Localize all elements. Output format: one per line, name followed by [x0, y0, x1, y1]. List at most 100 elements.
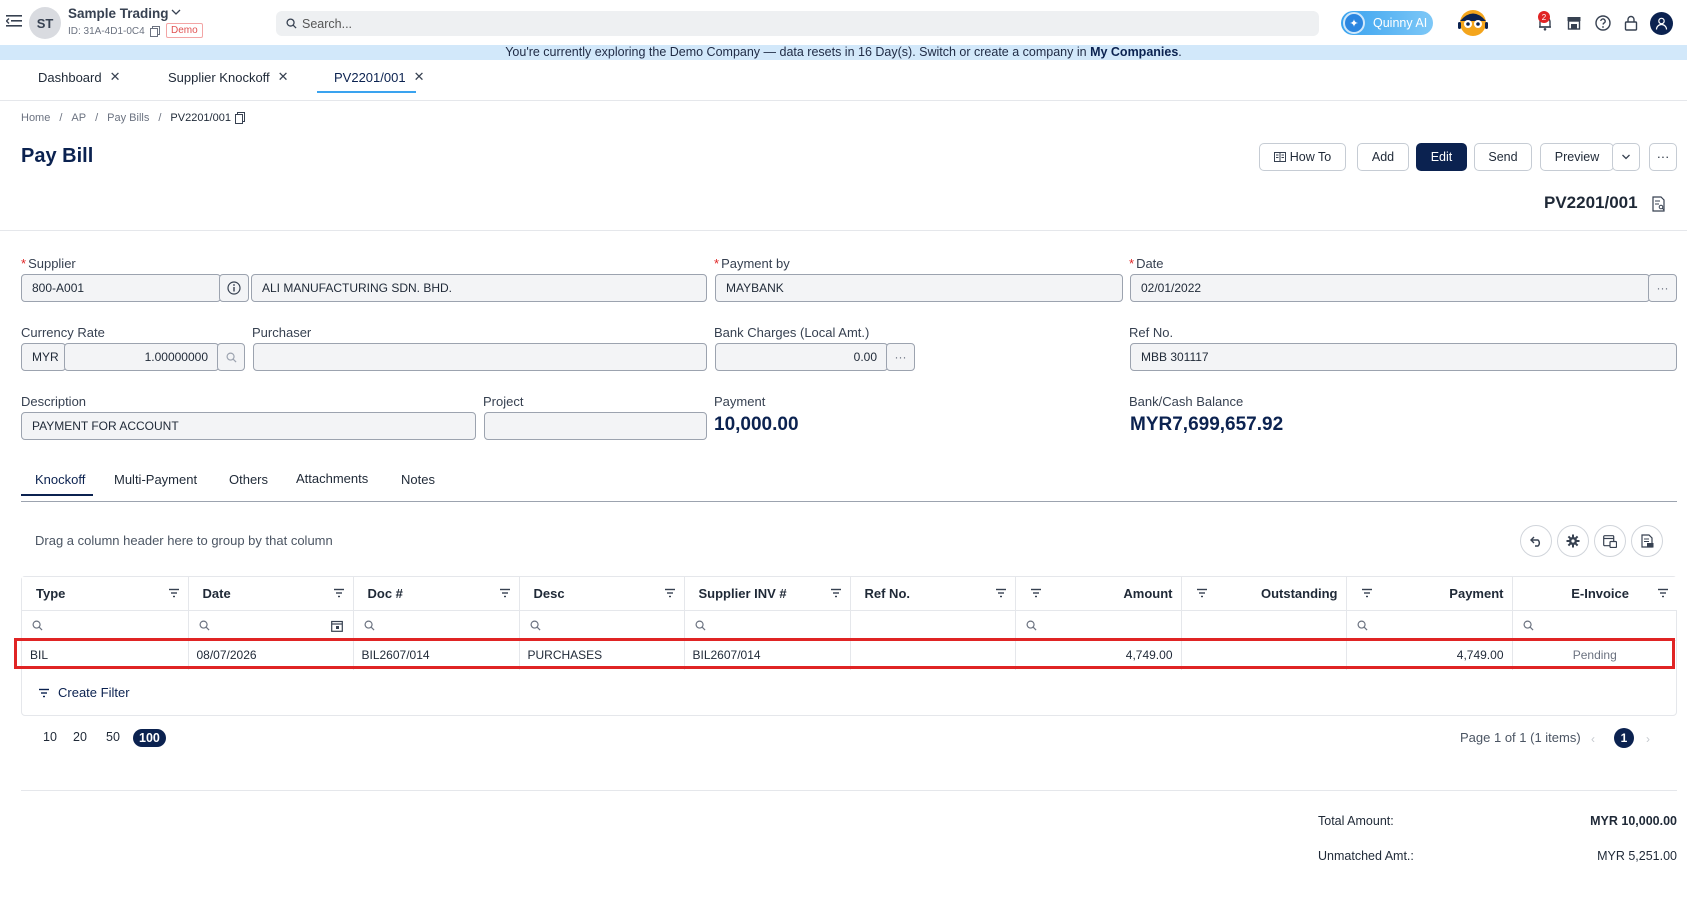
- column-header-e-invoice[interactable]: E-Invoice: [1512, 577, 1677, 611]
- column-header-doc-number[interactable]: Doc #: [353, 577, 520, 611]
- copy-icon[interactable]: [234, 112, 245, 124]
- close-icon[interactable]: ✕: [278, 69, 289, 85]
- search-input[interactable]: [302, 16, 1284, 31]
- preview-dropdown-button[interactable]: [1612, 143, 1640, 171]
- purchaser-field[interactable]: [253, 343, 707, 371]
- subtab-others[interactable]: Others: [229, 472, 268, 487]
- filter-cell-outstanding[interactable]: [1181, 610, 1347, 641]
- supplier-info-button[interactable]: [219, 274, 249, 302]
- filter-cell-e-invoice[interactable]: [1512, 610, 1677, 641]
- menu-collapse-icon[interactable]: [6, 14, 22, 28]
- more-actions-button[interactable]: ···: [1649, 143, 1677, 171]
- undo-button[interactable]: [1520, 525, 1552, 557]
- page-size-20[interactable]: 20: [73, 730, 87, 744]
- company-name[interactable]: Sample Trading: [68, 6, 169, 21]
- filter-icon[interactable]: [995, 588, 1007, 598]
- rate-search-button[interactable]: [217, 343, 245, 371]
- tab-supplier-knockoff[interactable]: Supplier Knockoff ✕: [168, 60, 289, 94]
- filter-cell-amount[interactable]: [1015, 610, 1182, 641]
- filter-icon[interactable]: [499, 588, 511, 598]
- table-row[interactable]: BIL 08/07/2026 BIL2607/014 PURCHASES BIL…: [22, 640, 1677, 670]
- page-size-100[interactable]: 100: [133, 729, 166, 747]
- copy-icon[interactable]: [150, 26, 160, 37]
- calendar-icon[interactable]: [330, 620, 343, 632]
- date-field[interactable]: 02/01/2022: [1130, 274, 1650, 302]
- quinny-ai-button[interactable]: ✦ Quinny AI: [1341, 11, 1433, 35]
- column-header-payment[interactable]: Payment: [1346, 577, 1513, 611]
- supplier-name-field[interactable]: ALI MANUFACTURING SDN. BHD.: [251, 274, 707, 302]
- search-icon: [1026, 620, 1037, 631]
- breadcrumb-pay-bills[interactable]: Pay Bills: [107, 112, 149, 124]
- column-header-ref-no[interactable]: Ref No.: [850, 577, 1016, 611]
- cell-doc-number-link[interactable]: BIL2607/014: [353, 640, 520, 670]
- page-size-50[interactable]: 50: [106, 730, 120, 744]
- subtab-attachments[interactable]: Attachments: [296, 471, 368, 486]
- page-size-10[interactable]: 10: [43, 730, 57, 744]
- prev-page-icon[interactable]: ‹: [1591, 732, 1595, 746]
- date-more-button[interactable]: ···: [1648, 274, 1677, 302]
- filter-icon[interactable]: [333, 588, 345, 598]
- document-search-icon[interactable]: [1652, 196, 1666, 212]
- filter-cell-ref-no[interactable]: [850, 610, 1016, 641]
- next-page-icon[interactable]: ›: [1646, 732, 1650, 746]
- tab-dashboard[interactable]: Dashboard ✕: [38, 60, 121, 94]
- filter-cell-doc-number[interactable]: [353, 610, 520, 641]
- how-to-button[interactable]: How To: [1259, 143, 1346, 171]
- help-icon[interactable]: [1594, 14, 1612, 32]
- currency-field[interactable]: MYR: [21, 343, 66, 371]
- filter-icon[interactable]: [1657, 588, 1669, 598]
- settings-button[interactable]: [1557, 525, 1589, 557]
- edit-button[interactable]: Edit: [1416, 143, 1467, 171]
- column-header-outstanding[interactable]: Outstanding: [1181, 577, 1347, 611]
- send-button[interactable]: Send: [1474, 143, 1532, 171]
- mascot-icon[interactable]: [1456, 6, 1490, 40]
- bank-charges-field[interactable]: 0.00: [715, 343, 888, 371]
- export-button[interactable]: [1631, 525, 1663, 557]
- preview-button[interactable]: Preview: [1540, 143, 1614, 171]
- filter-cell-supplier-inv[interactable]: [684, 610, 851, 641]
- filter-cell-desc[interactable]: [519, 610, 685, 641]
- description-field[interactable]: PAYMENT FOR ACCOUNT: [21, 412, 476, 440]
- subtab-notes[interactable]: Notes: [401, 472, 435, 487]
- chevron-down-icon[interactable]: [170, 6, 182, 18]
- user-avatar[interactable]: [1650, 12, 1673, 35]
- subtab-knockoff[interactable]: Knockoff: [35, 472, 85, 487]
- ref-no-field[interactable]: MBB 301117: [1130, 343, 1677, 371]
- breadcrumb-home[interactable]: Home: [21, 112, 50, 124]
- column-header-type[interactable]: Type: [22, 577, 189, 611]
- close-icon[interactable]: ✕: [110, 69, 121, 85]
- column-header-supplier-inv[interactable]: Supplier INV #: [684, 577, 851, 611]
- search-icon: [1523, 620, 1534, 631]
- company-avatar[interactable]: ST: [29, 7, 61, 39]
- store-icon[interactable]: [1565, 14, 1583, 32]
- filter-icon[interactable]: [830, 588, 842, 598]
- filter-cell-date[interactable]: [188, 610, 354, 641]
- subtab-multi-payment[interactable]: Multi-Payment: [114, 472, 197, 487]
- column-header-amount[interactable]: Amount: [1015, 577, 1182, 611]
- lock-icon[interactable]: [1622, 14, 1640, 32]
- bank-charges-more-button[interactable]: ···: [886, 343, 915, 371]
- global-search[interactable]: [276, 11, 1319, 36]
- column-chooser-button[interactable]: [1594, 525, 1626, 557]
- filter-icon[interactable]: [168, 588, 180, 598]
- filter-icon[interactable]: [664, 588, 676, 598]
- cell-payment[interactable]: 4,749.00: [1346, 640, 1513, 670]
- payment-by-field[interactable]: MAYBANK: [715, 274, 1123, 302]
- breadcrumb-ap[interactable]: AP: [71, 112, 86, 124]
- my-companies-link[interactable]: My Companies: [1090, 45, 1178, 59]
- project-field[interactable]: [484, 412, 707, 440]
- supplier-code-field[interactable]: 800-A001: [21, 274, 221, 302]
- filter-icon[interactable]: [1030, 588, 1042, 598]
- filter-icon[interactable]: [1361, 588, 1373, 598]
- create-filter-button[interactable]: Create Filter: [38, 685, 130, 700]
- column-header-desc[interactable]: Desc: [519, 577, 685, 611]
- filter-cell-type[interactable]: [22, 610, 189, 641]
- add-button[interactable]: Add: [1357, 143, 1409, 171]
- close-icon[interactable]: ✕: [414, 69, 425, 85]
- page-number-current[interactable]: 1: [1614, 728, 1634, 748]
- column-header-date[interactable]: Date: [188, 577, 354, 611]
- rate-field[interactable]: 1.00000000: [64, 343, 219, 371]
- filter-cell-payment[interactable]: [1346, 610, 1513, 641]
- filter-icon[interactable]: [1196, 588, 1208, 598]
- tab-pv2201-001[interactable]: PV2201/001 ✕: [334, 60, 424, 94]
